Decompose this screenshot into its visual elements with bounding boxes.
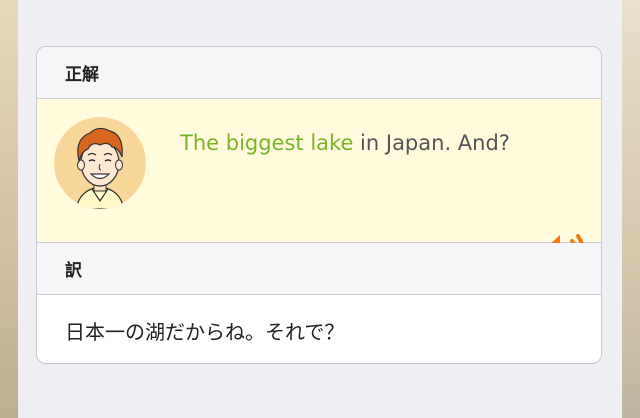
answer-sentence: The biggest lake in Japan. And? (180, 131, 510, 155)
answer-sentence-rest: in Japan. And? (353, 131, 510, 155)
answer-card: 正解 The biggest lake in Japan. And? 訳 日本一… (36, 46, 602, 364)
background-right (622, 0, 640, 418)
translation-text: 日本一の湖だからね。それで？ (65, 319, 345, 344)
boy-avatar-icon (54, 117, 146, 209)
answer-heading: 正解 (37, 47, 601, 99)
modal-sheet: 正解 The biggest lake in Japan. And? 訳 日本一… (18, 0, 622, 418)
answer-sentence-highlight: The biggest lake (180, 131, 354, 155)
translation-heading: 訳 (37, 243, 601, 295)
background-left (0, 0, 18, 418)
answer-body: The biggest lake in Japan. And? (37, 99, 601, 272)
